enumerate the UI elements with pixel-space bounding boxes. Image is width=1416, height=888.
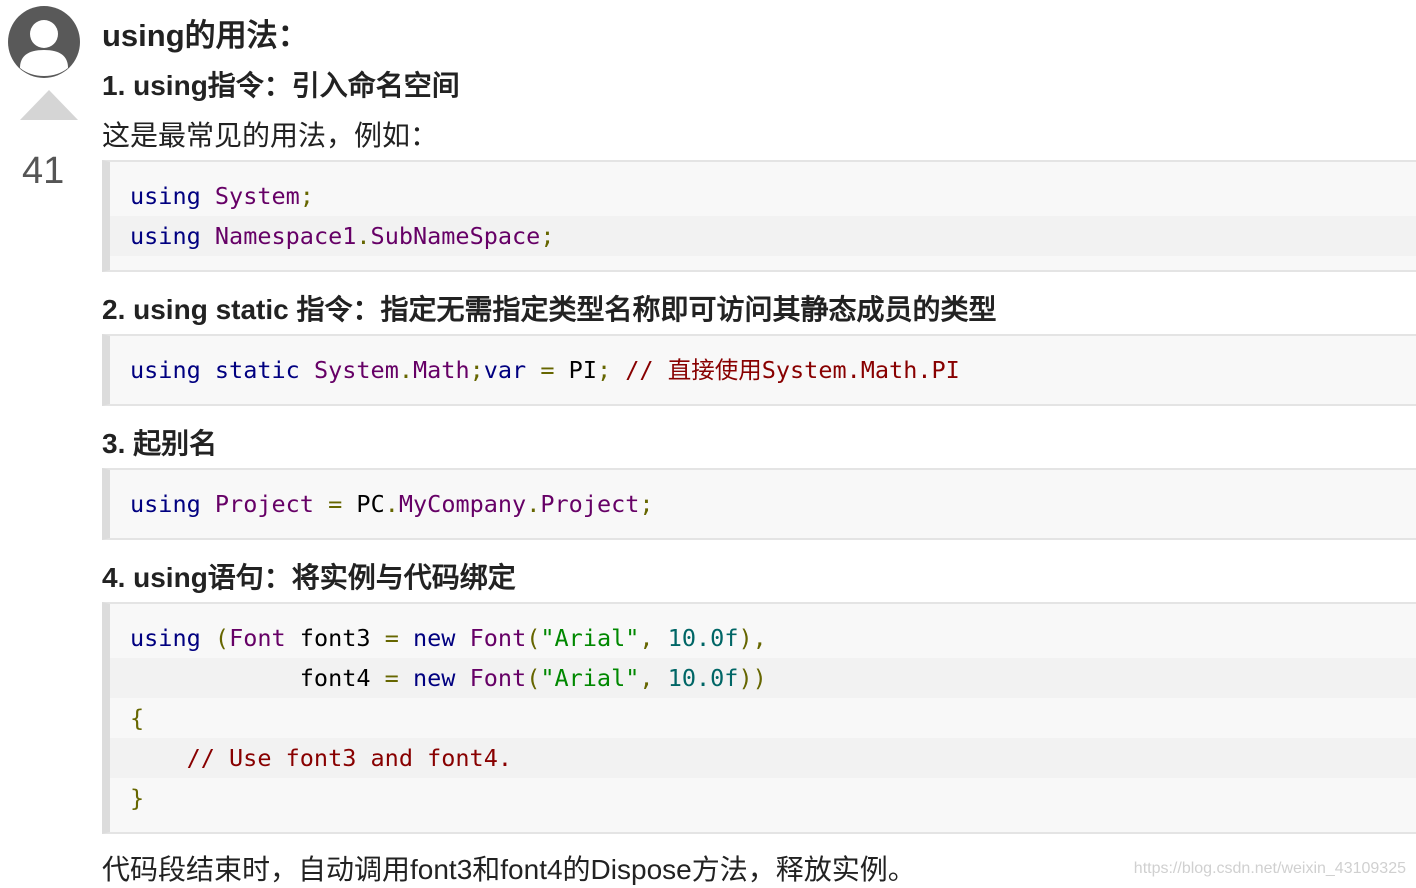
code-line: { bbox=[130, 704, 145, 732]
code-block-3: using Project = PC.MyCompany.Project; bbox=[102, 468, 1416, 540]
section-heading-1: 1. using指令：引入命名空间 bbox=[102, 70, 460, 101]
code-block-2: using static System.Math;var = PI; // 直接… bbox=[102, 334, 1416, 406]
section-heading-4: 4. using语句：将实例与代码绑定 bbox=[102, 562, 516, 593]
watermark: https://blog.csdn.net/weixin_43109325 bbox=[1133, 860, 1406, 877]
paragraph-conclusion: 代码段结束时，自动调用font3和font4的Dispose方法，释放实例。 bbox=[102, 854, 916, 885]
code-line: using (Font font3 = new Font("Arial", 10… bbox=[130, 624, 767, 652]
vote-count: 41 bbox=[22, 150, 65, 192]
section-heading-2: 2. using static 指令：指定无需指定类型名称即可访问其静态成员的类… bbox=[102, 294, 997, 325]
code-line: using Project = PC.MyCompany.Project; bbox=[130, 490, 654, 518]
code-line: using static System.Math;var = PI; // 直接… bbox=[130, 356, 960, 384]
code-line: using System; bbox=[130, 182, 314, 210]
paragraph-intro: 这是最常见的用法，例如： bbox=[102, 120, 439, 151]
code-block-4: using (Font font3 = new Font("Arial", 10… bbox=[102, 602, 1416, 834]
code-block-1: using System; using Namespace1.SubNameSp… bbox=[102, 160, 1416, 272]
upvote-arrow-icon[interactable] bbox=[20, 90, 78, 120]
code-line: // Use font3 and font4. bbox=[110, 738, 1416, 778]
answer-title: using的用法： bbox=[102, 18, 309, 53]
code-line: font4 = new Font("Arial", 10.0f)) bbox=[110, 658, 1416, 698]
avatar-icon bbox=[8, 6, 80, 78]
code-line: } bbox=[130, 784, 145, 812]
section-heading-3: 3. 起别名 bbox=[102, 428, 218, 459]
code-line: using Namespace1.SubNameSpace; bbox=[110, 216, 1416, 256]
